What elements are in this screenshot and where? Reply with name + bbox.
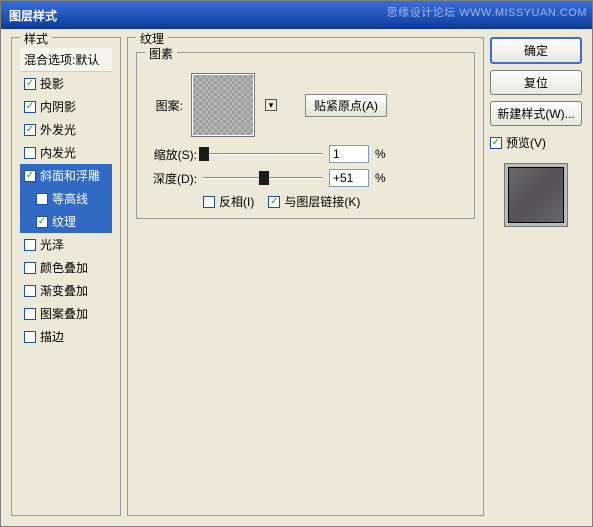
preview-label: 预览(V): [506, 134, 546, 151]
style-label: 纹理: [52, 213, 76, 230]
styles-list: 混合选项:默认 ✓ 投影 ✓ 内阴影 ✓ 外发光内发光 ✓ 斜面和浮雕等高线 ✓ 纹理光泽颜色叠加渐…: [20, 48, 112, 507]
style-label: 光泽: [40, 236, 64, 253]
checkbox-icon: [24, 147, 36, 159]
right-panel: 确定 复位 新建样式(W)... ✓ 预览(V): [490, 37, 582, 516]
checkbox-icon: ✓: [24, 101, 36, 113]
scale-unit: %: [375, 147, 386, 161]
style-row[interactable]: 渐变叠加: [20, 279, 112, 302]
style-row[interactable]: 等高线: [20, 187, 112, 210]
dialog-body: 样式 混合选项:默认 ✓ 投影 ✓ 内阴影 ✓ 外发光内发光 ✓ 斜面和浮雕等高线 ✓ 纹理光泽颜色…: [1, 29, 592, 526]
scale-slider[interactable]: [203, 146, 323, 162]
pattern-group: 图素 图案: ▾ 贴紧原点(A) 缩放(S): 1 %: [136, 52, 475, 219]
style-row[interactable]: 描边: [20, 325, 112, 348]
style-label: 描边: [40, 328, 64, 345]
style-row[interactable]: 颜色叠加: [20, 256, 112, 279]
style-label: 等高线: [52, 190, 88, 207]
style-label: 图案叠加: [40, 305, 88, 322]
checkbox-icon: [203, 196, 215, 208]
snap-origin-button[interactable]: 贴紧原点(A): [305, 94, 387, 117]
checkbox-icon: ✓: [24, 170, 36, 182]
scale-input[interactable]: 1: [329, 145, 369, 163]
checkbox-icon: [36, 193, 48, 205]
style-row[interactable]: 光泽: [20, 233, 112, 256]
new-style-button[interactable]: 新建样式(W)...: [490, 101, 582, 126]
preview-checkbox[interactable]: ✓ 预览(V): [490, 134, 582, 151]
checkbox-icon: ✓: [24, 78, 36, 90]
checkbox-icon: [24, 331, 36, 343]
cancel-button[interactable]: 复位: [490, 70, 582, 95]
styles-legend: 样式: [20, 30, 52, 47]
pattern-swatch[interactable]: [191, 73, 255, 137]
pattern-label: 图案:: [145, 97, 183, 114]
checkbox-icon: ✓: [36, 216, 48, 228]
ok-button[interactable]: 确定: [490, 37, 582, 64]
checkbox-icon: ✓: [24, 124, 36, 136]
invert-label: 反相(I): [219, 193, 254, 210]
style-row[interactable]: 图案叠加: [20, 302, 112, 325]
watermark-text: 思缘设计论坛 WWW.MISSYUAN.COM: [387, 4, 587, 20]
slider-thumb[interactable]: [259, 171, 269, 185]
style-row[interactable]: 内发光: [20, 141, 112, 164]
style-label: 斜面和浮雕: [40, 167, 100, 184]
pattern-row: 图案: ▾ 贴紧原点(A): [145, 73, 466, 137]
styles-fieldset: 样式 混合选项:默认✓投影✓内阴影✓外发光内发光✓斜面和浮雕等高线✓纹理光泽颜色…: [11, 37, 121, 516]
style-label: 内发光: [40, 144, 76, 161]
depth-slider[interactable]: [203, 170, 323, 186]
preview-swatch: [504, 163, 568, 227]
depth-unit: %: [375, 171, 386, 185]
pattern-dropdown-icon[interactable]: ▾: [265, 99, 277, 111]
checkbox-icon: ✓: [490, 137, 502, 149]
scale-row: 缩放(S): 1 %: [145, 145, 466, 163]
style-label: 混合选项:默认: [24, 51, 99, 68]
checkbox-icon: ✓: [268, 196, 280, 208]
checkbox-icon: [24, 308, 36, 320]
link-layer-checkbox[interactable]: ✓ 与图层链接(K): [268, 193, 360, 210]
depth-input[interactable]: +51: [329, 169, 369, 187]
style-label: 渐变叠加: [40, 282, 88, 299]
scale-label: 缩放(S):: [145, 146, 197, 163]
checkbox-icon: [24, 262, 36, 274]
style-row[interactable]: 混合选项:默认: [20, 48, 112, 72]
depth-row: 深度(D): +51 %: [145, 169, 466, 187]
slider-thumb[interactable]: [199, 147, 209, 161]
checkbox-row: 反相(I) ✓ 与图层链接(K): [145, 193, 466, 210]
style-row[interactable]: ✓ 斜面和浮雕: [20, 164, 112, 187]
style-row[interactable]: ✓ 纹理: [20, 210, 112, 233]
checkbox-icon: [24, 285, 36, 297]
style-row[interactable]: ✓ 内阴影: [20, 95, 112, 118]
depth-label: 深度(D):: [145, 170, 197, 187]
style-label: 投影: [40, 75, 64, 92]
window-title: 图层样式: [9, 7, 57, 24]
checkbox-icon: [24, 239, 36, 251]
style-label: 内阴影: [40, 98, 76, 115]
style-label: 颜色叠加: [40, 259, 88, 276]
slider-track: [203, 153, 323, 155]
texture-fieldset: 纹理 图素 图案: ▾ 贴紧原点(A) 缩放(S): 1 %: [127, 37, 484, 516]
invert-checkbox[interactable]: 反相(I): [203, 193, 254, 210]
style-label: 外发光: [40, 121, 76, 138]
pattern-group-legend: 图素: [145, 45, 177, 62]
dialog-window: 图层样式 样式 混合选项:默认✓投影✓内阴影✓外发光内发光✓斜面和浮雕等高线✓纹…: [0, 0, 593, 527]
link-layer-label: 与图层链接(K): [284, 193, 360, 210]
style-row[interactable]: ✓ 外发光: [20, 118, 112, 141]
style-row[interactable]: ✓ 投影: [20, 72, 112, 95]
